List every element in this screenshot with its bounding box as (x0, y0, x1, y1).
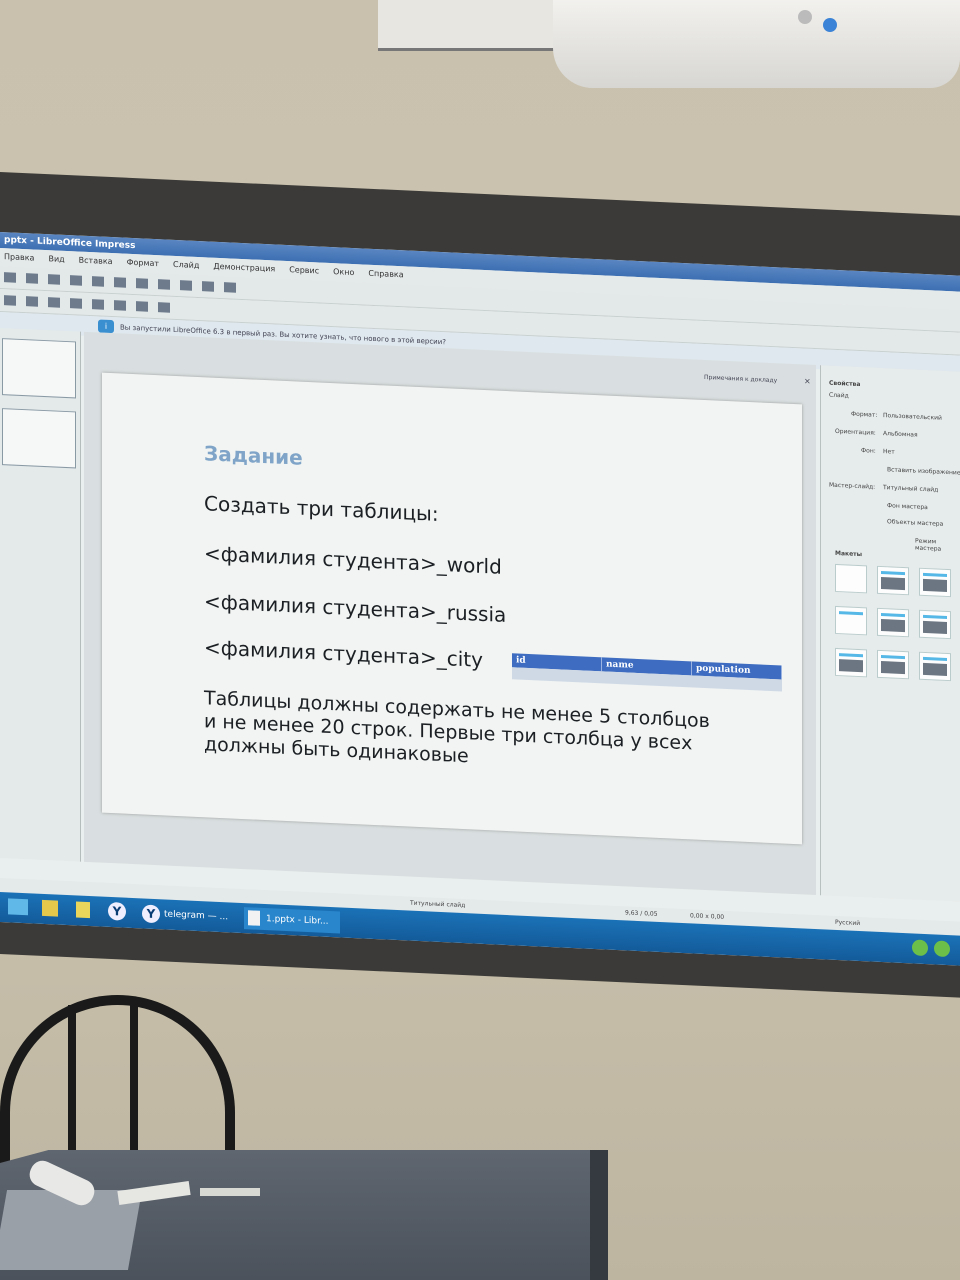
slide-paragraph[interactable]: Таблицы должны содержать не менее 5 стол… (204, 687, 724, 780)
save-icon[interactable] (48, 274, 60, 285)
tray-icon[interactable] (912, 939, 928, 957)
edit-area: Примечания к докладу × Задание Создать т… (84, 331, 816, 896)
slide-line-2[interactable]: <фамилия студента>_world (204, 541, 502, 579)
line-icon[interactable] (26, 296, 38, 307)
master-slide-label: Мастер-слайд: (829, 481, 876, 491)
menu-slideshow[interactable]: Демонстрация (213, 258, 275, 279)
projector-button (798, 10, 812, 24)
text-icon[interactable] (158, 279, 170, 290)
chair-slat (130, 1000, 138, 1160)
notes-button[interactable]: Примечания к докладу (704, 374, 777, 384)
desk-edge (590, 1150, 608, 1280)
projector-led (823, 18, 837, 32)
menu-format[interactable]: Формат (127, 254, 159, 273)
shapes-icon[interactable] (114, 300, 126, 311)
slide-thumbnail-2[interactable] (2, 408, 76, 469)
master-background-checkbox[interactable]: Фон мастера (887, 502, 928, 511)
projected-screen: pptx - LibreOffice Impress Правка Вид Вс… (0, 232, 960, 966)
menu-insert[interactable]: Вставка (79, 252, 113, 272)
layout-four-content[interactable] (919, 609, 951, 640)
background-select[interactable]: Нет (883, 448, 895, 456)
taskbar-item-label: 1.pptx - Libr... (266, 914, 329, 927)
menu-help[interactable]: Справка (368, 265, 403, 285)
yandex-browser-icon[interactable]: Y (108, 901, 126, 921)
menu-edit[interactable]: Правка (4, 248, 34, 267)
callout-icon[interactable] (158, 302, 170, 313)
projector-body (553, 0, 960, 88)
properties-sidebar: Свойства Слайд Формат: Пользовательский … (820, 365, 960, 902)
format-select[interactable]: Пользовательский (883, 412, 942, 422)
select-icon[interactable] (4, 295, 16, 306)
zoom-icon[interactable] (136, 278, 148, 289)
info-icon: i (98, 319, 114, 334)
master-slide-select[interactable]: Титульный слайд (883, 484, 938, 494)
orientation-label: Ориентация: (835, 427, 876, 437)
layout-blank[interactable] (835, 563, 867, 594)
master-objects-checkbox[interactable]: Объекты мастера (887, 518, 943, 528)
status-size: 0,00 x 0,00 (690, 912, 725, 921)
slide-line-1[interactable]: Создать три таблицы: (204, 491, 439, 526)
main-area: Примечания к докладу × Задание Создать т… (0, 328, 960, 922)
layout-title-only[interactable] (919, 567, 951, 598)
slide-thumbnail-1[interactable] (2, 338, 76, 399)
slide-line-3[interactable]: <фамилия студента>_russia (204, 589, 506, 627)
projector (378, 0, 960, 90)
tray-icon[interactable] (934, 940, 950, 958)
new-icon[interactable] (4, 272, 16, 283)
rectangle-icon[interactable] (48, 297, 60, 308)
menu-view[interactable]: Вид (48, 250, 64, 269)
slide-canvas[interactable]: Задание Создать три таблицы: <фамилия ст… (102, 372, 802, 845)
curve-icon[interactable] (92, 299, 104, 310)
layout-title-two[interactable] (835, 647, 867, 678)
image-icon[interactable] (202, 281, 214, 292)
chart-icon[interactable] (224, 282, 236, 293)
projector-mount (378, 0, 568, 51)
layout-two-content[interactable] (877, 607, 909, 638)
undo-icon[interactable] (92, 276, 104, 287)
slide-title[interactable]: Задание (204, 441, 303, 469)
slide-pane (0, 328, 81, 862)
table-icon[interactable] (180, 280, 192, 291)
print-icon[interactable] (70, 275, 82, 286)
file-manager-icon[interactable] (42, 899, 58, 917)
eraser (200, 1188, 260, 1196)
document-icon (248, 910, 260, 926)
layout-title-content[interactable] (877, 565, 909, 596)
open-icon[interactable] (26, 273, 38, 284)
master-mode-button[interactable]: Режим мастера (915, 538, 960, 554)
sidebar-heading: Свойства (829, 379, 861, 389)
taskbar-item-label: telegram — ... (164, 909, 229, 923)
taskbar-item-telegram[interactable]: Y telegram — ... (140, 902, 236, 928)
menu-tools[interactable]: Сервис (289, 261, 319, 280)
yandex-browser-icon: Y (142, 904, 160, 924)
show-desktop-icon[interactable] (8, 898, 28, 916)
status-slide-name: Титульный слайд (410, 899, 466, 910)
layout-centered-text[interactable] (835, 605, 867, 636)
menu-slide[interactable]: Слайд (173, 256, 199, 275)
layouts-heading: Макеты (835, 549, 863, 559)
layout-title-two-rows[interactable] (877, 649, 909, 680)
chair-slat (68, 1005, 76, 1155)
status-position: 9,63 / 0,05 (625, 909, 658, 918)
taskbar-item-impress[interactable]: 1.pptx - Libr... (244, 907, 340, 934)
notes-app-icon[interactable] (76, 901, 90, 919)
redo-icon[interactable] (114, 277, 126, 288)
insert-image-button[interactable]: Вставить изображение (887, 466, 960, 476)
orientation-select[interactable]: Альбомная (883, 430, 918, 439)
menu-window[interactable]: Окно (333, 263, 354, 282)
ellipse-icon[interactable] (70, 298, 82, 309)
slide-line-4[interactable]: <фамилия студента>_city (204, 635, 483, 672)
format-label: Формат: (851, 410, 878, 419)
layout-six-content[interactable] (919, 651, 951, 682)
close-icon[interactable]: × (804, 377, 811, 386)
star-icon[interactable] (136, 301, 148, 312)
status-language[interactable]: Русский (835, 919, 860, 927)
sidebar-section-slide[interactable]: Слайд (829, 392, 849, 400)
background-label: Фон: (861, 447, 876, 455)
